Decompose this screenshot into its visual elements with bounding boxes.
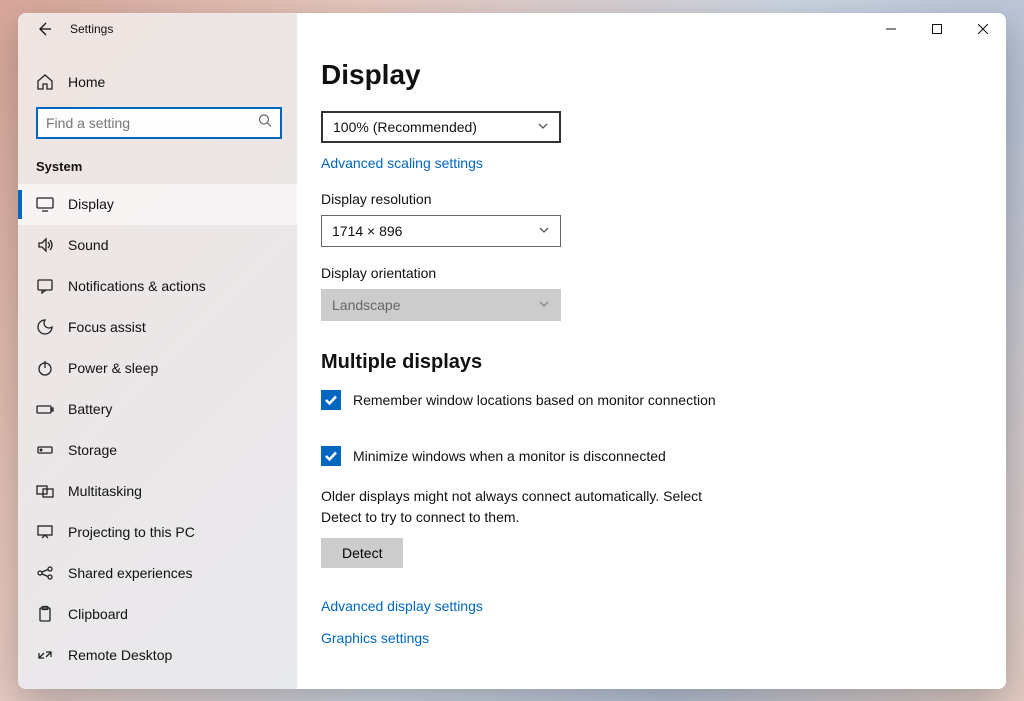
remote-desktop-icon <box>36 646 54 664</box>
sidebar-item-display[interactable]: Display <box>18 184 297 225</box>
remember-locations-row: Remember window locations based on monit… <box>321 390 970 410</box>
remember-locations-checkbox[interactable] <box>321 390 341 410</box>
sidebar-item-label: Shared experiences <box>68 565 193 581</box>
resolution-value: 1714 × 896 <box>332 223 402 239</box>
minimize-disconnect-checkbox[interactable] <box>321 446 341 466</box>
minimize-disconnect-label: Minimize windows when a monitor is disco… <box>353 448 666 464</box>
orientation-value: Landscape <box>332 297 401 313</box>
search-input[interactable] <box>38 115 280 131</box>
advanced-scaling-link[interactable]: Advanced scaling settings <box>321 155 483 171</box>
sidebar-item-label: Clipboard <box>68 606 128 622</box>
sidebar-item-label: Notifications & actions <box>68 278 206 294</box>
detect-hint: Older displays might not always connect … <box>321 486 721 528</box>
sidebar-item-multitasking[interactable]: Multitasking <box>18 471 297 512</box>
remember-locations-label: Remember window locations based on monit… <box>353 392 716 408</box>
search-input-wrap <box>36 107 282 139</box>
sidebar-item-label: Focus assist <box>68 319 146 335</box>
scale-value: 100% (Recommended) <box>333 119 477 135</box>
display-icon <box>36 195 54 213</box>
sidebar-item-clipboard[interactable]: Clipboard <box>18 594 297 635</box>
sidebar-item-label: Power & sleep <box>68 360 158 376</box>
battery-icon <box>36 400 54 418</box>
power-icon <box>36 359 54 377</box>
sidebar-item-home[interactable]: Home <box>18 45 297 101</box>
chevron-down-icon <box>538 297 550 313</box>
chevron-down-icon <box>538 223 550 239</box>
page-title: Display <box>321 59 970 91</box>
search-icon <box>258 113 272 132</box>
resolution-label: Display resolution <box>321 191 970 207</box>
sidebar-item-battery[interactable]: Battery <box>18 389 297 430</box>
storage-icon <box>36 441 54 459</box>
sidebar-item-sound[interactable]: Sound <box>18 225 297 266</box>
back-icon[interactable] <box>36 21 52 37</box>
sidebar-nav: Display Sound Notifications & actions Fo… <box>18 184 297 689</box>
sidebar-section-label: System <box>18 153 297 184</box>
projecting-icon <box>36 523 54 541</box>
sidebar-item-label: Battery <box>68 401 112 417</box>
sidebar-item-label: Projecting to this PC <box>68 524 195 540</box>
sound-icon <box>36 236 54 254</box>
window-title: Settings <box>70 22 113 36</box>
chevron-down-icon <box>537 119 549 135</box>
sidebar-item-power-sleep[interactable]: Power & sleep <box>18 348 297 389</box>
orientation-dropdown: Landscape <box>321 289 561 321</box>
orientation-label: Display orientation <box>321 265 970 281</box>
content-pane: Display 100% (Recommended) Advanced scal… <box>297 13 1006 689</box>
close-button[interactable] <box>960 13 1006 45</box>
home-label: Home <box>68 74 105 90</box>
sidebar: Settings Home System Display <box>18 13 297 689</box>
sidebar-item-label: Display <box>68 196 114 212</box>
sidebar-item-focus-assist[interactable]: Focus assist <box>18 307 297 348</box>
settings-window: Settings Home System Display <box>18 13 1006 689</box>
minimize-disconnect-row: Minimize windows when a monitor is disco… <box>321 446 970 466</box>
sidebar-item-label: Storage <box>68 442 117 458</box>
shared-icon <box>36 564 54 582</box>
sidebar-item-storage[interactable]: Storage <box>18 430 297 471</box>
focus-assist-icon <box>36 318 54 336</box>
sidebar-item-projecting[interactable]: Projecting to this PC <box>18 512 297 553</box>
sidebar-item-notifications[interactable]: Notifications & actions <box>18 266 297 307</box>
multitasking-icon <box>36 482 54 500</box>
resolution-dropdown[interactable]: 1714 × 896 <box>321 215 561 247</box>
multiple-displays-heading: Multiple displays <box>321 351 970 374</box>
titlebar: Settings <box>18 13 297 45</box>
sidebar-item-label: Multitasking <box>68 483 142 499</box>
graphics-settings-link[interactable]: Graphics settings <box>321 630 970 646</box>
maximize-button[interactable] <box>914 13 960 45</box>
home-icon <box>36 73 54 91</box>
scale-dropdown[interactable]: 100% (Recommended) <box>321 111 561 143</box>
notifications-icon <box>36 277 54 295</box>
sidebar-item-label: Remote Desktop <box>68 647 172 663</box>
sidebar-item-shared-experiences[interactable]: Shared experiences <box>18 553 297 594</box>
advanced-display-link[interactable]: Advanced display settings <box>321 598 483 614</box>
clipboard-icon <box>36 605 54 623</box>
sidebar-item-label: Sound <box>68 237 108 253</box>
sidebar-item-remote-desktop[interactable]: Remote Desktop <box>18 635 297 676</box>
detect-button[interactable]: Detect <box>321 538 403 568</box>
window-controls <box>868 13 1006 45</box>
minimize-button[interactable] <box>868 13 914 45</box>
